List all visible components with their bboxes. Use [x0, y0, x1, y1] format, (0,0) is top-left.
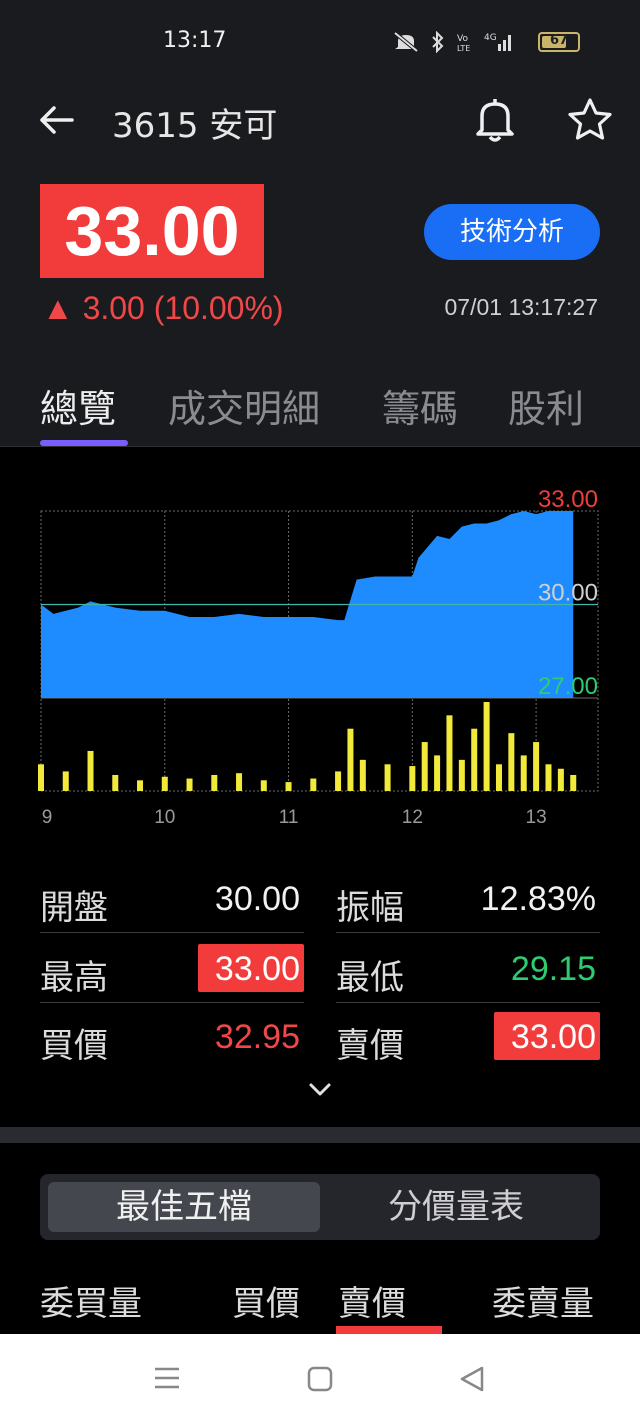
volume-bar: [38, 764, 44, 791]
volume-bar: [87, 750, 94, 791]
signal-4g-icon: 4G: [484, 33, 511, 51]
column-bid-price: 買價: [232, 1284, 300, 1324]
tab-dividends[interactable]: 股利: [508, 378, 584, 433]
tab-overview[interactable]: 總覽: [40, 378, 116, 433]
back-triangle-icon[interactable]: [458, 1365, 486, 1393]
volume-bar: [446, 715, 453, 791]
mute-icon: [393, 31, 419, 53]
segment-price-volume[interactable]: 分價量表: [320, 1182, 592, 1232]
open-value: 30.00: [214, 880, 300, 918]
volume-bar: [421, 742, 428, 791]
volume-bar: [236, 773, 243, 791]
volume-bar: [570, 774, 577, 791]
expand-button[interactable]: [306, 1076, 334, 1104]
intraday-chart: 33.00 30.00 27.00 9 10 11 12 13: [38, 486, 599, 828]
bell-icon: [476, 99, 514, 142]
quote-datetime: 07/01 13:17:27: [444, 294, 598, 320]
volume-bar: [384, 764, 391, 791]
volume-bar: [495, 764, 502, 791]
volume-bar: [310, 778, 317, 791]
low-value: 29.15: [510, 950, 596, 988]
volume-bar: [211, 774, 218, 791]
volume-bar: [508, 733, 515, 791]
volume-bar: [434, 755, 441, 791]
x-tick-label: 12: [402, 807, 423, 828]
bluetooth-icon: [432, 31, 444, 53]
volume-bar: [285, 782, 292, 791]
volume-bar: [520, 755, 527, 791]
battery-level: 67: [549, 33, 569, 48]
amplitude-label: 振幅: [336, 888, 404, 928]
high-value: 33.00: [214, 950, 300, 988]
volume-bar: [409, 766, 416, 791]
x-tick-label: 9: [42, 807, 53, 828]
bid-label: 買價: [40, 1026, 108, 1066]
status-time: 13:17: [163, 28, 227, 53]
status-icons: Vo LTE 4G: [392, 31, 514, 53]
row-divider: [336, 932, 600, 933]
volume-bar: [161, 776, 168, 791]
y-tick-label: 27.00: [538, 673, 598, 700]
ask-column-indicator: [336, 1326, 442, 1334]
section-divider: [0, 1127, 640, 1143]
arrow-left-icon: [40, 106, 74, 134]
volume-bar: [483, 702, 490, 791]
volume-bar: [471, 728, 478, 791]
volume-bar: [186, 778, 193, 791]
column-bid-volume: 委買量: [40, 1284, 142, 1324]
menu-icon[interactable]: [154, 1366, 180, 1390]
svg-text:Vo: Vo: [457, 34, 468, 44]
amplitude-value: 12.83%: [480, 880, 596, 918]
stock-title: 3615 安可: [112, 106, 278, 146]
volume-bar: [335, 771, 342, 791]
volume-bar: [62, 771, 69, 791]
y-tick-label: 30.00: [538, 580, 598, 607]
volume-bars: [38, 702, 577, 791]
home-icon[interactable]: [307, 1366, 333, 1392]
volume-bar: [112, 774, 119, 791]
row-divider: [40, 932, 304, 933]
high-label: 最高: [40, 958, 108, 998]
star-icon: [568, 98, 612, 140]
x-tick-label: 10: [154, 807, 175, 828]
current-price: 33.00: [64, 192, 240, 270]
volte-icon: VoLTE: [457, 34, 470, 53]
column-ask-price: 賣價: [338, 1284, 406, 1324]
volume-bar: [557, 768, 564, 791]
svg-text:4G: 4G: [484, 33, 497, 43]
tab-chips[interactable]: 籌碼: [382, 378, 458, 433]
favorite-button[interactable]: [566, 96, 614, 144]
volume-bar: [545, 764, 552, 791]
ask-value: 33.00: [510, 1018, 596, 1056]
ask-label: 賣價: [336, 1026, 404, 1066]
volume-bar: [137, 780, 144, 791]
alert-button[interactable]: [472, 96, 518, 144]
bid-value: 32.95: [214, 1018, 300, 1056]
volume-bar: [359, 759, 366, 791]
system-nav-bar: [0, 1334, 640, 1422]
svg-text:LTE: LTE: [457, 44, 470, 53]
x-tick-label: 11: [279, 807, 299, 828]
volume-bar: [347, 728, 354, 791]
y-tick-label: 33.00: [538, 486, 598, 513]
row-divider: [40, 1002, 304, 1003]
segment-best-five[interactable]: 最佳五檔: [48, 1182, 320, 1232]
x-tick-label: 13: [526, 807, 547, 828]
technical-analysis-button[interactable]: 技術分析: [424, 204, 600, 260]
volume-bar: [260, 780, 267, 791]
battery-icon: 67: [538, 32, 580, 52]
volume-bar: [533, 742, 540, 791]
low-label: 最低: [336, 958, 404, 998]
open-label: 開盤: [40, 888, 108, 928]
chevron-down-icon: [309, 1083, 331, 1096]
row-divider: [336, 1002, 600, 1003]
price-change: ▲ 3.00 (10.00%): [42, 290, 284, 326]
back-button[interactable]: [36, 100, 76, 140]
column-ask-volume: 委賣量: [492, 1284, 594, 1324]
volume-bar: [458, 759, 465, 791]
tab-trade-details[interactable]: 成交明細: [168, 378, 320, 433]
